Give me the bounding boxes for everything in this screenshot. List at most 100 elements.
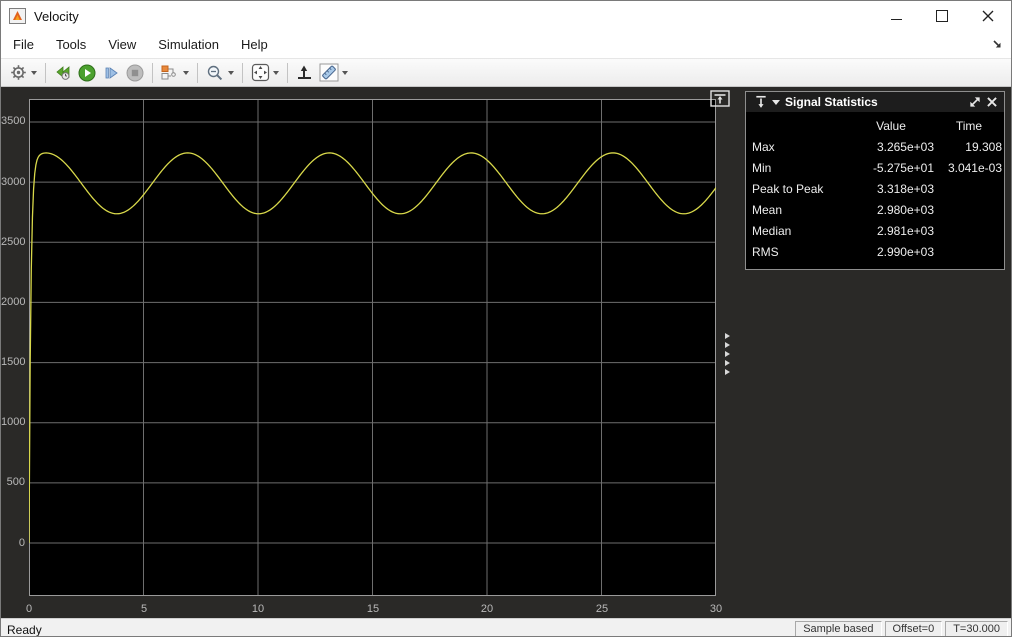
stats-time: 3.041e-03	[947, 160, 1002, 175]
ruler-icon	[319, 63, 339, 82]
stats-row-peak-to-peak: Peak to Peak 3.318e+03	[752, 178, 998, 199]
y-tick-label: 3500	[1, 115, 26, 127]
stats-label: Peak to Peak	[752, 181, 824, 196]
menu-simulation[interactable]: Simulation	[155, 35, 222, 54]
toolbar-separator	[242, 62, 243, 83]
x-tick-label: 25	[595, 603, 609, 615]
splitter-arrow-icon	[725, 351, 730, 357]
step-forward-button[interactable]	[100, 62, 122, 84]
stats-label: Mean	[752, 202, 783, 217]
stats-value: 3.265e+03	[876, 139, 934, 154]
stats-header-row: Value Time	[752, 115, 998, 136]
status-cell-0: Sample based	[795, 621, 882, 636]
menu-overflow-icon[interactable]	[991, 38, 1004, 51]
status-cell-2: T=30.000	[945, 621, 1008, 636]
y-tick-label: 1500	[1, 356, 26, 368]
stats-value: 3.318e+03	[876, 181, 934, 196]
maximize-button[interactable]	[919, 1, 965, 31]
stats-value: 2.990e+03	[876, 244, 934, 259]
signal-selector-dropdown-caret[interactable]	[183, 70, 189, 75]
menu-help[interactable]: Help	[238, 35, 271, 54]
step-back-button[interactable]	[52, 62, 74, 84]
zoom-out-button[interactable]	[204, 62, 226, 84]
stats-time: 19.308	[965, 139, 1002, 154]
stats-row-min: Min -5.275e+01 3.041e-03	[752, 157, 1002, 178]
stats-col-time: Time	[955, 118, 983, 133]
y-tick-label: 2500	[1, 236, 26, 248]
stats-row-max: Max 3.265e+03 19.308	[752, 136, 1002, 157]
close-panel-icon[interactable]	[985, 95, 999, 109]
step-forward-icon	[105, 66, 118, 79]
toolbar-separator	[45, 62, 46, 83]
signal-selector-button[interactable]	[159, 62, 181, 84]
stats-label: Min	[752, 160, 772, 175]
status-ready-text: Ready	[7, 622, 42, 637]
stats-value: 2.980e+03	[876, 202, 934, 217]
close-icon	[982, 10, 994, 22]
minimize-button[interactable]	[873, 1, 919, 31]
run-button[interactable]	[76, 62, 98, 84]
y-tick-label: 2000	[1, 296, 26, 308]
signal-statistics-header[interactable]: Signal Statistics	[746, 92, 1004, 112]
panel-splitter-handle[interactable]	[725, 333, 730, 375]
fit-to-view-button[interactable]	[249, 62, 271, 84]
panel-title: Signal Statistics	[785, 95, 878, 109]
menu-view[interactable]: View	[105, 35, 139, 54]
menu-tools[interactable]: Tools	[53, 35, 89, 54]
window-title: Velocity	[34, 8, 79, 24]
stats-col-value: Value	[876, 118, 906, 133]
y-tick-label: 0	[18, 537, 25, 549]
x-tick-label: 5	[140, 603, 148, 615]
close-button[interactable]	[965, 1, 1011, 31]
splitter-arrow-icon	[725, 342, 730, 348]
play-icon	[78, 64, 96, 81]
x-tick-label: 20	[480, 603, 494, 615]
dock-panel-button[interactable]	[710, 90, 730, 107]
panel-menu-caret-icon[interactable]	[772, 99, 780, 105]
signal-selector-icon	[161, 65, 176, 80]
toolbar-separator	[152, 62, 153, 83]
zoom-out-icon	[207, 65, 223, 80]
scope-canvas: 0 500 1000 1500 2000 2500 3000 3500 0 5 10 15 20 25 3…	[1, 87, 1011, 618]
toolbar-separator	[197, 62, 198, 83]
minimize-icon	[890, 18, 902, 20]
splitter-arrow-icon	[725, 333, 730, 339]
y-tick-label: 500	[6, 476, 25, 488]
toolbar	[1, 58, 1011, 87]
signal-statistics-panel: Signal Statistics Value Time Max 3.265e+…	[745, 91, 1005, 270]
gear-icon	[10, 65, 26, 80]
matlab-scope-icon	[9, 8, 26, 24]
pin-panel-icon[interactable]	[754, 95, 768, 109]
stop-button[interactable]	[124, 62, 146, 84]
measurements-dropdown-caret[interactable]	[342, 70, 348, 75]
fit-to-view-dropdown-caret[interactable]	[273, 70, 279, 75]
zoom-dropdown-caret[interactable]	[228, 70, 234, 75]
x-tick-label: 15	[366, 603, 380, 615]
status-bar: Ready Sample based Offset=0 T=30.000	[1, 618, 1011, 637]
stats-row-median: Median 2.981e+03	[752, 220, 998, 241]
stats-row-mean: Mean 2.980e+03	[752, 199, 998, 220]
measurements-button[interactable]	[318, 62, 340, 84]
x-tick-label: 30	[709, 603, 723, 615]
stats-value: 2.981e+03	[876, 223, 934, 238]
y-tick-label: 3000	[1, 176, 26, 188]
maximize-icon	[936, 10, 948, 22]
title-bar: Velocity	[1, 1, 1011, 31]
x-tick-label: 0	[25, 603, 33, 615]
stats-value: -5.275e+01	[872, 160, 934, 175]
trigger-icon	[298, 65, 311, 79]
x-tick-label: 10	[251, 603, 265, 615]
undock-panel-icon[interactable]	[968, 95, 982, 109]
scope-window: Velocity File Tools View Simulation Help	[0, 0, 1012, 637]
toolbar-separator	[287, 62, 288, 83]
splitter-arrow-icon	[725, 369, 730, 375]
y-tick-label: 1000	[1, 416, 26, 428]
stats-label: RMS	[752, 244, 779, 259]
fit-to-view-icon	[251, 63, 269, 82]
settings-dropdown-caret[interactable]	[31, 70, 37, 75]
menu-file[interactable]: File	[10, 35, 37, 54]
trigger-button[interactable]	[294, 62, 316, 84]
velocity-plot[interactable]	[28, 99, 717, 596]
settings-gear-button[interactable]	[7, 62, 29, 84]
step-back-icon	[56, 66, 70, 80]
